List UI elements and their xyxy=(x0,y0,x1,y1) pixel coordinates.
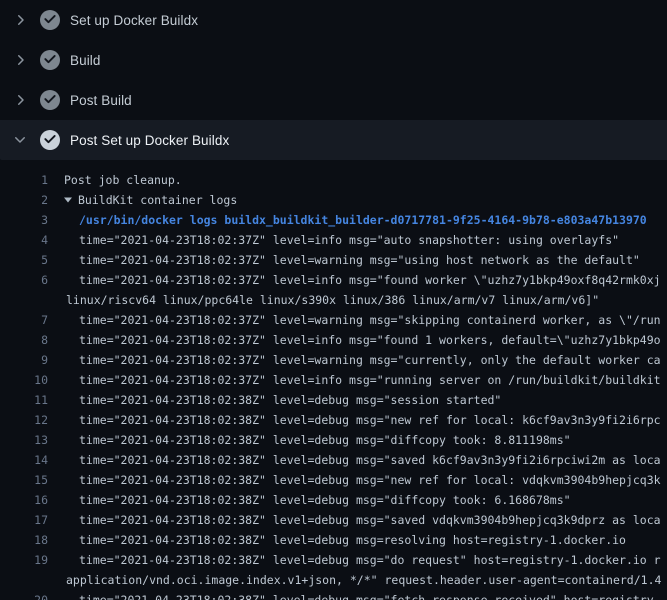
log-line: 5time="2021-04-23T18:02:37Z" level=warni… xyxy=(0,250,667,270)
step-row-set-up-docker-buildx[interactable]: Set up Docker Buildx xyxy=(0,0,667,40)
log-group-title[interactable]: BuildKit container logs xyxy=(78,190,237,210)
log-line-continuation: application/vnd.oci.image.index.v1+json,… xyxy=(0,570,667,590)
line-number[interactable]: 18 xyxy=(0,530,48,550)
log-line: 11time="2021-04-23T18:02:38Z" level=debu… xyxy=(0,390,667,410)
log-line: 3/usr/bin/docker logs buildx_buildkit_bu… xyxy=(0,210,667,230)
log-line-text: application/vnd.oci.image.index.v1+json,… xyxy=(48,570,661,590)
log-command-text: /usr/bin/docker logs buildx_buildkit_bui… xyxy=(48,210,647,230)
log-line: 17time="2021-04-23T18:02:38Z" level=debu… xyxy=(0,510,667,530)
log-line-text: Post job cleanup. xyxy=(48,170,182,190)
line-number[interactable]: 3 xyxy=(0,210,48,230)
triangle-down-icon[interactable] xyxy=(48,190,72,210)
log-line-continuation: linux/riscv64 linux/ppc64le linux/s390x … xyxy=(0,290,667,310)
step-row-post-set-up-docker-buildx[interactable]: Post Set up Docker Buildx xyxy=(0,120,667,160)
log-line: 8time="2021-04-23T18:02:37Z" level=info … xyxy=(0,330,667,350)
step-label: Post Set up Docker Buildx xyxy=(70,133,229,148)
log-line-text: time="2021-04-23T18:02:37Z" level=warnin… xyxy=(48,250,640,270)
log-line: 19time="2021-04-23T18:02:38Z" level=debu… xyxy=(0,550,667,570)
log-line-text: time="2021-04-23T18:02:37Z" level=info m… xyxy=(48,270,661,290)
log-line-text: time="2021-04-23T18:02:38Z" level=debug … xyxy=(48,410,661,430)
step-row-build[interactable]: Build xyxy=(0,40,667,80)
line-number[interactable]: 2 xyxy=(0,190,48,210)
log-line: 10time="2021-04-23T18:02:37Z" level=info… xyxy=(0,370,667,390)
line-number[interactable]: 4 xyxy=(0,230,48,250)
check-circle-icon xyxy=(40,50,60,70)
line-number[interactable]: 19 xyxy=(0,550,48,570)
log-line: 4time="2021-04-23T18:02:37Z" level=info … xyxy=(0,230,667,250)
line-number[interactable]: 7 xyxy=(0,310,48,330)
line-number[interactable]: 5 xyxy=(0,250,48,270)
log-viewer: 1Post job cleanup.2 BuildKit container lo… xyxy=(0,160,667,600)
log-line-text: time="2021-04-23T18:02:38Z" level=debug … xyxy=(48,470,661,490)
log-line-text: time="2021-04-23T18:02:38Z" level=debug … xyxy=(48,490,571,510)
log-line: 15time="2021-04-23T18:02:38Z" level=debu… xyxy=(0,470,667,490)
check-circle-icon xyxy=(40,90,60,110)
line-number-empty xyxy=(0,290,48,310)
step-row-post-build[interactable]: Post Build xyxy=(0,80,667,120)
log-line-text: time="2021-04-23T18:02:38Z" level=debug … xyxy=(48,530,626,550)
steps-list: Set up Docker Buildx Build Post Build Post … xyxy=(0,0,667,160)
log-line-text: linux/riscv64 linux/ppc64le linux/s390x … xyxy=(48,290,599,310)
line-number-empty xyxy=(0,570,48,590)
log-line-text: time="2021-04-23T18:02:38Z" level=debug … xyxy=(48,550,661,570)
line-number[interactable]: 13 xyxy=(0,430,48,450)
line-number[interactable]: 10 xyxy=(0,370,48,390)
line-number[interactable]: 9 xyxy=(0,350,48,370)
log-line: 14time="2021-04-23T18:02:38Z" level=debu… xyxy=(0,450,667,470)
line-number[interactable]: 14 xyxy=(0,450,48,470)
log-line: 13time="2021-04-23T18:02:38Z" level=debu… xyxy=(0,430,667,450)
step-label: Build xyxy=(70,53,101,68)
log-line: 18time="2021-04-23T18:02:38Z" level=debu… xyxy=(0,530,667,550)
line-number[interactable]: 1 xyxy=(0,170,48,190)
log-line: 16time="2021-04-23T18:02:38Z" level=debu… xyxy=(0,490,667,510)
line-number[interactable]: 8 xyxy=(0,330,48,350)
line-number[interactable]: 6 xyxy=(0,270,48,290)
log-line-text: time="2021-04-23T18:02:38Z" level=debug … xyxy=(48,450,661,470)
log-line-text: time="2021-04-23T18:02:37Z" level=info m… xyxy=(48,230,619,250)
log-line-text: time="2021-04-23T18:02:38Z" level=debug … xyxy=(48,510,661,530)
log-line: 2 BuildKit container logs xyxy=(0,190,667,210)
line-number[interactable]: 15 xyxy=(0,470,48,490)
log-line-text: time="2021-04-23T18:02:37Z" level=info m… xyxy=(48,330,661,350)
step-label: Post Build xyxy=(70,93,132,108)
line-number[interactable]: 17 xyxy=(0,510,48,530)
log-line: 9time="2021-04-23T18:02:37Z" level=warni… xyxy=(0,350,667,370)
log-line: 7time="2021-04-23T18:02:37Z" level=warni… xyxy=(0,310,667,330)
log-line: 20time="2021-04-23T18:02:38Z" level=debu… xyxy=(0,590,667,600)
line-number[interactable]: 11 xyxy=(0,390,48,410)
log-line-text: time="2021-04-23T18:02:38Z" level=debug … xyxy=(48,390,501,410)
line-number[interactable]: 16 xyxy=(0,490,48,510)
log-line-text: time="2021-04-23T18:02:38Z" level=debug … xyxy=(48,430,571,450)
log-line: 6time="2021-04-23T18:02:37Z" level=info … xyxy=(0,270,667,290)
chevron-right-icon[interactable] xyxy=(12,12,28,28)
log-line-text: time="2021-04-23T18:02:37Z" level=info m… xyxy=(48,370,661,390)
check-circle-icon xyxy=(40,10,60,30)
log-line-text: time="2021-04-23T18:02:37Z" level=warnin… xyxy=(48,350,661,370)
log-line: 12time="2021-04-23T18:02:38Z" level=debu… xyxy=(0,410,667,430)
chevron-right-icon[interactable] xyxy=(12,52,28,68)
line-number[interactable]: 20 xyxy=(0,590,48,600)
log-line: 1Post job cleanup. xyxy=(0,170,667,190)
chevron-right-icon[interactable] xyxy=(12,92,28,108)
check-circle-icon xyxy=(40,130,60,150)
chevron-down-icon[interactable] xyxy=(12,132,28,148)
step-label: Set up Docker Buildx xyxy=(70,13,198,28)
line-number[interactable]: 12 xyxy=(0,410,48,430)
log-line-text: time="2021-04-23T18:02:38Z" level=debug … xyxy=(48,590,661,600)
log-line-text: time="2021-04-23T18:02:37Z" level=warnin… xyxy=(48,310,661,330)
